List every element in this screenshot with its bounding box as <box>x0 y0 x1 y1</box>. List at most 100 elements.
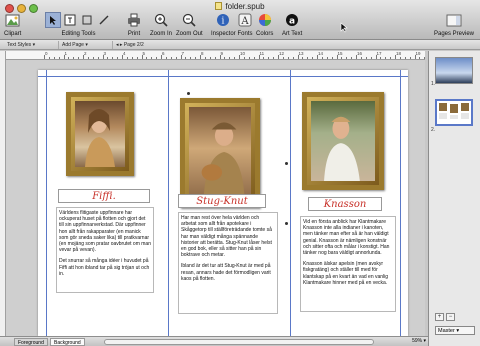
zoom-out-icon <box>181 12 197 28</box>
toolbar-colors[interactable]: Colors <box>256 12 273 37</box>
pointer-tool-icon[interactable] <box>45 12 61 28</box>
paragraph: Det snurrar så många idéer i huvudet på … <box>59 258 150 277</box>
ruler-subtick <box>390 57 392 59</box>
ruler-label: 3 <box>103 51 107 56</box>
remove-page-button[interactable]: − <box>446 313 455 321</box>
text-styles-popup[interactable]: Text Styles ▾ <box>4 41 38 49</box>
add-page-button[interactable]: + <box>435 313 444 321</box>
ruler-subtick <box>146 57 148 59</box>
ruler-label: 12 <box>279 51 285 56</box>
ruler-label: 5 <box>142 51 146 56</box>
character-text-stug-knut[interactable]: Har man rest över hela världen och arbet… <box>178 212 278 314</box>
tab-foreground[interactable]: Foreground <box>14 338 48 346</box>
photo-frame-fiffi[interactable] <box>66 92 134 176</box>
photo-frame-stug-knut[interactable] <box>180 98 260 208</box>
ruler-subtick <box>326 57 328 59</box>
ruler-subtick <box>97 57 99 59</box>
ruler-label: 7 <box>181 51 185 56</box>
ruler-subtick <box>263 57 265 59</box>
ruler-subtick <box>68 57 70 59</box>
character-text-knasson[interactable]: Vid en första anblick har Klantmakare Kn… <box>300 216 396 312</box>
ruler-subtick <box>409 57 411 59</box>
clipart-icon <box>5 12 21 28</box>
printer-icon <box>126 12 142 28</box>
photo-knasson <box>311 101 375 181</box>
ruler-subtick <box>195 57 197 59</box>
ruler-subtick <box>126 57 128 59</box>
line-tool-icon[interactable] <box>96 12 112 28</box>
ruler-subtick <box>399 57 401 59</box>
photo-frame-knasson[interactable] <box>302 92 384 190</box>
ruler-subtick <box>346 57 348 59</box>
page-number-1: 1. <box>431 81 436 87</box>
zoom-level[interactable]: 59% ▾ <box>412 338 426 344</box>
paragraph: Har man rest över hela världen och arbet… <box>181 215 272 259</box>
add-page-popup[interactable]: Add Page ▾ <box>58 41 91 49</box>
toolbar-inspector[interactable]: i Inspector <box>211 12 236 37</box>
zoom-in-icon <box>153 12 169 28</box>
page-thumbnail-2[interactable] <box>435 99 473 126</box>
window-toolbar: folder.spub Clipart Editing Tools Print … <box>0 0 480 40</box>
document-page[interactable]: Fiffi. Världens flitigaste uppfinnare ha… <box>38 70 408 336</box>
ruler-label: 9 <box>220 51 224 56</box>
ruler-subtick <box>380 57 382 59</box>
ruler-subtick <box>87 57 89 59</box>
toolbar-print[interactable]: Print <box>126 12 142 37</box>
ruler-subtick <box>112 57 114 59</box>
ruler-subtick <box>273 57 275 59</box>
toolbar-zoom-in[interactable]: Zoom In <box>150 12 172 37</box>
shape-tool-icon[interactable] <box>79 12 95 28</box>
ruler-subtick <box>190 57 192 59</box>
ruler-subtick <box>243 57 245 59</box>
character-name-stug-knut[interactable]: Stug-Knut <box>178 194 266 208</box>
page-thumbnail-1[interactable] <box>435 57 473 84</box>
ruler-label: 16 <box>357 51 363 56</box>
ruler-label: 6 <box>162 51 165 56</box>
svg-text:A: A <box>240 16 249 27</box>
ruler-subtick <box>248 57 250 59</box>
document-canvas[interactable]: Fiffi. Världens flitigaste uppfinnare ha… <box>6 60 425 336</box>
ruler-label: 17 <box>376 51 382 56</box>
format-ribbon: Text Styles ▾ Add Page ▾ ◂ ▸ Page 2/2 <box>0 40 480 50</box>
selection-handle[interactable] <box>187 92 190 95</box>
ruler-subtick <box>224 57 226 59</box>
ruler-label: 8 <box>201 51 204 56</box>
ruler-subtick <box>53 57 55 59</box>
horizontal-scrollbar[interactable] <box>104 339 374 345</box>
toolbar-pages-preview[interactable]: Pages Preview <box>434 12 474 37</box>
ruler-subtick <box>58 57 60 59</box>
ruler-subtick <box>131 57 133 59</box>
paragraph: Ibland är det tur att Stug-Knut är med p… <box>181 263 271 282</box>
ruler-label: 11 <box>259 51 265 56</box>
master-page-popup[interactable]: Master ▾ <box>435 326 475 335</box>
toolbar-clipart[interactable]: Clipart <box>4 12 21 37</box>
toolbar-art-text[interactable]: a Art Text <box>282 12 302 37</box>
selection-handle[interactable] <box>285 222 288 225</box>
ruler-subtick <box>424 57 426 59</box>
ruler-subtick <box>73 57 75 59</box>
ruler-subtick <box>209 57 211 59</box>
paragraph: Världens flitigaste uppfinnare har ockup… <box>59 210 151 254</box>
ruler-subtick <box>107 57 109 59</box>
tab-background[interactable]: Background <box>50 338 85 346</box>
toolbar-zoom-out[interactable]: Zoom Out <box>176 12 203 37</box>
toolbar-fonts[interactable]: A Fonts <box>237 12 253 37</box>
ruler-label: 14 <box>318 51 324 56</box>
column-guide <box>168 70 169 336</box>
ruler-subtick <box>360 57 362 59</box>
fonts-icon: A <box>237 12 253 28</box>
ruler-label: 19 <box>415 51 421 56</box>
character-name-knasson[interactable]: Knasson <box>308 197 382 211</box>
ruler-label: 1 <box>64 51 68 56</box>
ruler-subtick <box>117 57 119 59</box>
character-text-fiffi[interactable]: Världens flitigaste uppfinnare har ockup… <box>56 207 154 293</box>
ruler-label: 2 <box>84 51 87 56</box>
ruler-subtick <box>287 57 289 59</box>
selection-handle[interactable] <box>285 162 288 165</box>
toolbar-editing-tools[interactable]: Editing Tools <box>45 12 112 37</box>
ruler-label: 10 <box>240 51 246 56</box>
ruler-subtick <box>78 57 80 59</box>
textbox-tool-icon[interactable] <box>62 12 78 28</box>
ruler-subtick <box>268 57 270 59</box>
character-name-fiffi[interactable]: Fiffi. <box>58 189 150 203</box>
